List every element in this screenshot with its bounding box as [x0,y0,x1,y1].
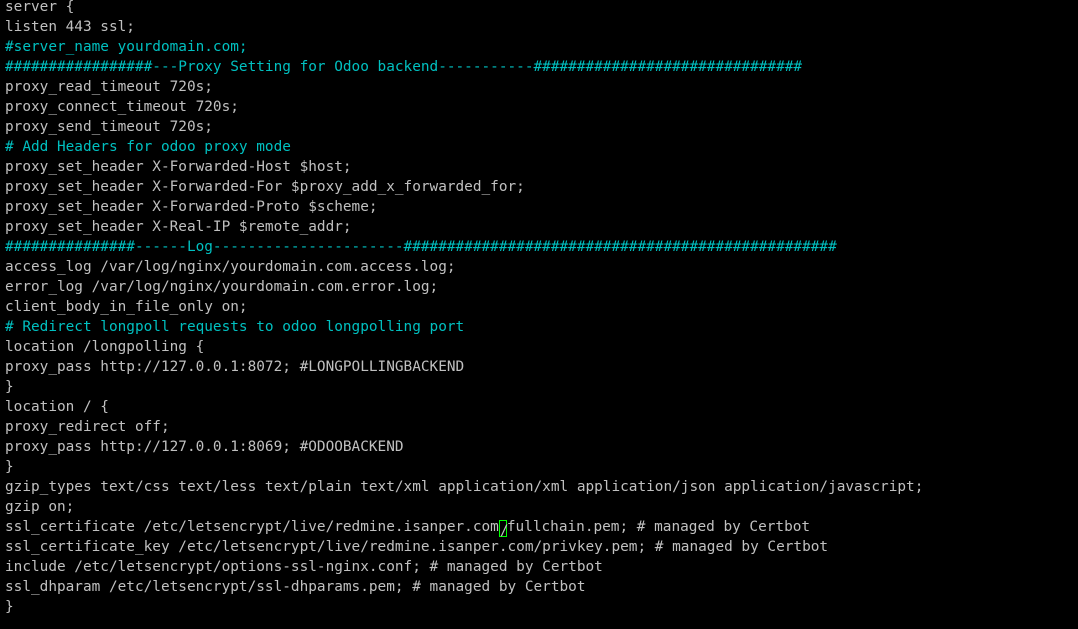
comment-line: ###############------Log----------------… [5,239,837,255]
config-line: proxy_connect_timeout 720s; [5,99,239,115]
terminal-window[interactable]: server { listen 443 ssl; #server_name your… [0,0,1078,629]
config-line: include /etc/letsencrypt/options-ssl-ngi… [5,559,603,575]
config-line: } [5,459,14,475]
comment-line: #server_name yourdomain.com; [5,39,248,55]
config-line: client_body_in_file_only on; [5,299,248,315]
comment-line: # Add Headers for odoo proxy mode [5,139,291,155]
cursor-line: ssl_certificate /etc/letsencrypt/live/re… [5,517,1078,539]
config-line: listen 443 ssl; [5,19,135,35]
cursor-line-after: fullchain.pem; # managed by Certbot [506,519,811,535]
config-line: proxy_set_header X-Real-IP $remote_addr; [5,219,352,235]
config-line: proxy_send_timeout 720s; [5,119,213,135]
text-cursor[interactable]: / [498,520,509,539]
config-line: gzip_types text/css text/less text/plain… [5,479,924,495]
config-line: proxy_set_header X-Forwarded-Proto $sche… [5,199,378,215]
comment-line: #################---Proxy Setting for Od… [5,59,803,75]
config-line: proxy_pass http://127.0.0.1:8072; #LONGP… [5,359,465,375]
terminal-text-area[interactable]: server { listen 443 ssl; #server_name your… [5,0,1078,617]
cursor-line-before: ssl_certificate /etc/letsencrypt/live/re… [5,519,499,535]
config-line: proxy_read_timeout 720s; [5,79,213,95]
config-line: proxy_pass http://127.0.0.1:8069; #ODOOB… [5,439,404,455]
config-line: } [5,379,14,395]
config-line: location / { [5,399,109,415]
config-line: access_log /var/log/nginx/yourdomain.com… [5,259,456,275]
config-line: proxy_redirect off; [5,419,170,435]
config-line: error_log /var/log/nginx/yourdomain.com.… [5,279,439,295]
config-line: server { [5,0,75,15]
config-line: proxy_set_header X-Forwarded-Host $host; [5,159,352,175]
config-line: ssl_dhparam /etc/letsencrypt/ssl-dhparam… [5,579,586,595]
config-line: ssl_certificate_key /etc/letsencrypt/liv… [5,539,829,555]
comment-line: # Redirect longpoll requests to odoo lon… [5,319,465,335]
config-line: gzip on; [5,499,75,515]
config-line: location /longpolling { [5,339,205,355]
config-line: } [5,599,14,615]
config-line: proxy_set_header X-Forwarded-For $proxy_… [5,179,525,195]
